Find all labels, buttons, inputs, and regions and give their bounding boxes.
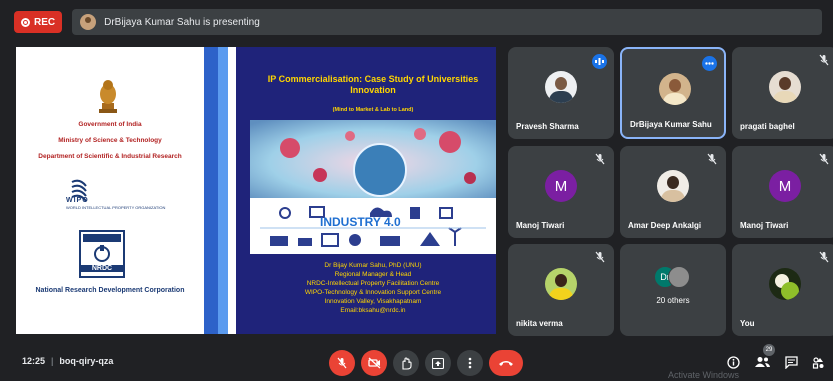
- people-count-badge: 29: [763, 344, 775, 356]
- wipo-label: WIPO: [66, 197, 89, 204]
- hang-up-icon: [499, 361, 513, 366]
- activities-button[interactable]: [808, 352, 828, 372]
- participant-tile[interactable]: M Manoj Tiwari: [508, 146, 614, 238]
- recording-indicator: REC: [14, 11, 63, 33]
- info-icon: [726, 355, 740, 369]
- speaker-line-5: Innovation Valley, Visakhapatnam: [324, 298, 422, 305]
- activities-icon: [812, 356, 823, 369]
- industry-banner: INDUSTRY 4.0: [250, 198, 496, 254]
- avatar-initial: M: [554, 177, 568, 195]
- slide-subtitle: (Mind to Market & Lab to Land): [332, 107, 414, 113]
- participant-name: Amar Deep Ankalgi: [628, 221, 702, 230]
- participant-name: Pravesh Sharma: [516, 122, 579, 131]
- mic-off-icon: [819, 153, 829, 165]
- slide-right-panel: IP Commercialisation: Case Study of Univ…: [250, 47, 496, 334]
- organization-name: National Research Development Corporatio…: [35, 287, 185, 294]
- others-count: 20 others: [656, 296, 690, 305]
- participant-tile[interactable]: nikita verma: [508, 244, 614, 336]
- self-tile[interactable]: You: [732, 244, 833, 336]
- speaker-line-4: WIPO-Technology & Innovation Support Cen…: [304, 289, 442, 296]
- mic-off-icon: [595, 251, 605, 263]
- present-button[interactable]: [425, 350, 451, 376]
- others-tile[interactable]: Dr 20 others: [620, 244, 726, 336]
- gov-line-3: Department of Scientific & Industrial Re…: [38, 153, 182, 160]
- participant-tile[interactable]: M Manoj Tiwari: [732, 146, 833, 238]
- participant-name: Manoj Tiwari: [516, 221, 565, 230]
- raise-hand-button[interactable]: [393, 350, 419, 376]
- avatar: [668, 266, 690, 288]
- gov-line-1: Government of India: [78, 121, 142, 128]
- meeting-details-button[interactable]: [723, 352, 743, 372]
- virus-globe-image: [250, 120, 496, 198]
- record-icon: [21, 17, 30, 27]
- speaker-line-6: Email:bksahu@nrdc.in: [340, 307, 406, 314]
- presenting-text: DrBijaya Kumar Sahu is presenting: [104, 16, 260, 28]
- camera-off-icon: [367, 357, 380, 369]
- wipo-subtitle: WORLD INTELLECTUAL PROPERTY ORGANIZATION: [66, 205, 166, 210]
- national-emblem-icon: [99, 80, 117, 113]
- people-icon: [754, 357, 770, 367]
- mic-off-icon: [337, 357, 347, 369]
- clock-time: 12:25: [22, 356, 46, 366]
- participant-name: pragati baghel: [740, 122, 795, 131]
- meeting-info: 12:25 | boq-qiry-qza: [22, 356, 113, 366]
- participant-tile[interactable]: pragati baghel: [732, 47, 833, 139]
- more-options-icon[interactable]: [702, 56, 717, 71]
- divider: |: [51, 356, 54, 366]
- others-avatars: Dr: [654, 266, 692, 290]
- avatar: [769, 71, 801, 103]
- presenter-avatar: [80, 14, 97, 30]
- camera-toggle-button[interactable]: [361, 350, 387, 376]
- avatar: [659, 73, 691, 105]
- more-vert-icon: [468, 357, 472, 369]
- mic-off-icon: [819, 54, 829, 66]
- slide-divider-stripes: [204, 47, 250, 334]
- mic-toggle-button[interactable]: [329, 350, 355, 376]
- mic-off-icon: [595, 153, 605, 165]
- participant-tile[interactable]: DrBijaya Kumar Sahu: [620, 47, 726, 139]
- avatar: M: [769, 170, 801, 202]
- activate-windows-watermark: Activate Windows: [668, 370, 740, 380]
- avatar: [769, 268, 801, 300]
- participant-name: DrBijaya Kumar Sahu: [630, 120, 712, 129]
- chat-icon: [784, 355, 798, 369]
- avatar: [657, 170, 689, 202]
- present-screen-icon: [432, 357, 444, 369]
- speaker-line-2: Regional Manager & Head: [334, 271, 412, 278]
- participant-tile[interactable]: Pravesh Sharma: [508, 47, 614, 139]
- meet-window: REC DrBijaya Kumar Sahu is presenting Go…: [0, 0, 833, 381]
- nrdc-label: NRDC: [81, 265, 123, 272]
- industry-label: INDUSTRY 4.0: [320, 215, 401, 229]
- rec-label: REC: [34, 16, 56, 28]
- avatar: [545, 71, 577, 103]
- participant-name: Manoj Tiwari: [740, 221, 789, 230]
- gov-line-2: Ministry of Science & Technology: [58, 137, 162, 144]
- participant-name: You: [740, 319, 755, 328]
- avatar: [545, 268, 577, 300]
- mic-off-icon: [707, 153, 717, 165]
- participant-tile[interactable]: Amar Deep Ankalgi: [620, 146, 726, 238]
- hand-icon: [402, 356, 412, 370]
- speaking-indicator-icon: [592, 54, 607, 69]
- more-options-button[interactable]: [457, 350, 483, 376]
- slide-left-panel: Government of India Ministry of Science …: [16, 47, 204, 334]
- participant-name: nikita verma: [516, 319, 563, 328]
- avatar-initial: M: [778, 177, 792, 195]
- shared-screen[interactable]: Government of India Ministry of Science …: [16, 47, 496, 334]
- presenting-banner: DrBijaya Kumar Sahu is presenting: [72, 9, 823, 35]
- mic-off-icon: [819, 251, 829, 263]
- leave-call-button[interactable]: [489, 350, 523, 376]
- speaker-line-1: Dr Bijay Kumar Sahu, PhD (UNU): [324, 262, 422, 269]
- top-bar: REC DrBijaya Kumar Sahu is presenting: [14, 9, 823, 35]
- meeting-code[interactable]: boq-qiry-qza: [59, 356, 113, 366]
- speaker-line-3: NRDC-Intellectual Property Facilitation …: [306, 280, 440, 287]
- avatar: M: [545, 170, 577, 202]
- nrdc-logo: NRDC: [79, 230, 125, 278]
- slide-title: IP Commercialisation: Case Study of Univ…: [267, 74, 479, 95]
- chat-button[interactable]: [781, 352, 801, 372]
